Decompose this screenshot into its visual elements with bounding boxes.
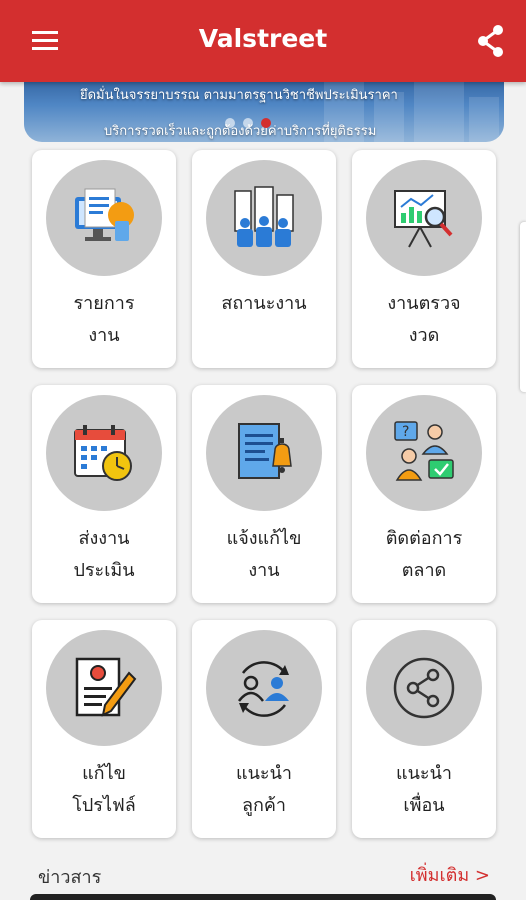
document-bell-icon (238, 423, 292, 479)
menu-label-line1: ติดต่อการ (385, 528, 463, 549)
carousel-dot-active[interactable] (261, 118, 271, 128)
promo-banner[interactable]: ยึดมั่นในจรรยาบรรณ ตามมาตรฐานวิชาชีพประเ… (24, 74, 504, 142)
menu-label-line2: โปรไฟล์ (72, 795, 136, 816)
edge-scroll-handle[interactable] (520, 222, 526, 392)
menu-card-status[interactable]: สถานะงาน (192, 150, 336, 368)
menu-label-line2: ตลาด (401, 560, 447, 581)
svg-text:?: ? (402, 424, 409, 440)
menu-card-inspection[interactable]: งานตรวจ งวด (352, 150, 496, 368)
carousel-dot[interactable] (243, 118, 253, 128)
menu-label-line1: แก้ไข (82, 763, 126, 784)
menu-label-line1: ส่งงาน (78, 528, 130, 549)
menu-card-task-list[interactable]: รายการ งาน (32, 150, 176, 368)
edit-profile-icon (75, 657, 137, 717)
inspection-chart-icon (394, 190, 453, 248)
app-title: Valstreet (198, 24, 328, 53)
share-friend-icon (393, 657, 455, 719)
menu-label-line2: งวด (408, 325, 440, 346)
menu-label-line2: งาน (88, 325, 120, 346)
refer-customer-icon (238, 661, 289, 717)
task-list-icon (75, 188, 134, 241)
contact-marketing-icon: ? (394, 421, 454, 481)
carousel-dot[interactable] (225, 118, 235, 128)
menu-label-line1: แจ้งแก้ไข (226, 528, 302, 549)
menu-label-line1: งานตรวจ (387, 293, 461, 314)
app-bar: Valstreet (0, 0, 526, 82)
menu-label-line1: สถานะงาน (221, 293, 307, 314)
menu-card-edit-profile[interactable]: แก้ไข โปรไฟล์ (32, 620, 176, 838)
share-icon[interactable] (474, 22, 508, 60)
menu-card-contact-marketing[interactable]: ? ติดต่อการ ตลาด (352, 385, 496, 603)
news-section-title: ข่าวสาร (38, 867, 102, 888)
carousel-indicators (225, 118, 271, 128)
news-more-link[interactable]: เพิ่มเติม > (410, 860, 490, 889)
banner-text-line1: ยึดมั่นในจรรยาบรรณ ตามมาตรฐานวิชาชีพประเ… (80, 88, 398, 103)
menu-card-submit[interactable]: ส่งงาน ประเมิน (32, 385, 176, 603)
menu-label-line2: เพื่อน (403, 795, 445, 816)
menu-label-line1: รายการ (73, 293, 135, 314)
menu-label-line1: แนะนำ (236, 763, 292, 784)
menu-label-line1: แนะนำ (396, 763, 452, 784)
menu-card-share-friend[interactable]: แนะนำ เพื่อน (352, 620, 496, 838)
menu-card-refer-customer[interactable]: แนะนำ ลูกค้า (192, 620, 336, 838)
menu-label-line2: งาน (248, 560, 280, 581)
calendar-clock-icon (74, 425, 132, 481)
menu-card-report-fix[interactable]: แจ้งแก้ไข งาน (192, 385, 336, 603)
menu-label-line2: ลูกค้า (241, 795, 287, 816)
news-image-preview[interactable] (30, 894, 496, 900)
menu-label-line2: ประเมิน (73, 560, 135, 581)
team-status-icon (234, 186, 294, 247)
